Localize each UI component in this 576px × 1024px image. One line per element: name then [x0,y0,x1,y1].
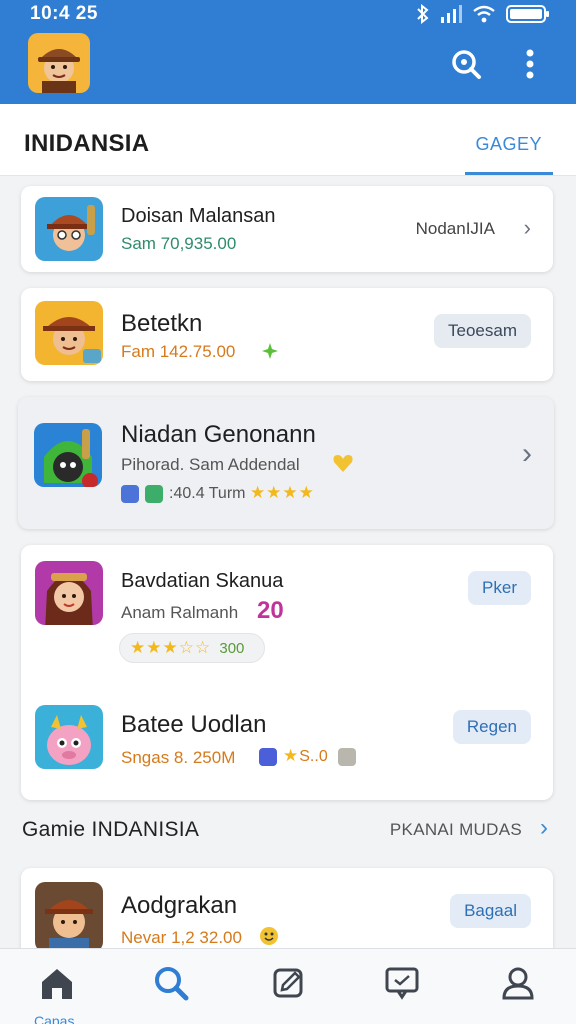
item-subtitle: Nevar 1,2 32.00 [121,928,242,947]
category-icon [121,484,139,503]
item-name: Aodgrakan [121,892,238,919]
item-meta-row: :40.4 Turm ★★★★ [121,483,315,503]
item-subtitle: Anam Ralmanh [121,603,239,622]
status-bar: 10:4 25 [0,0,576,28]
rating-stars: ★★★☆☆ [130,638,212,657]
item-meta-row: ★S..0 [259,746,362,766]
rating-count: 300 [219,640,245,657]
emoji-icon [260,927,278,945]
item-subtitle: Sam 70,935.00 [121,234,237,253]
home-icon [42,969,72,999]
rating-pill: ★★★☆☆ 300 [119,633,265,663]
edit-icon [273,968,303,998]
search-icon [452,50,481,79]
item-meta: :40.4 Turm [169,485,246,502]
page-header: INIDANSIA GAGEY [0,104,576,176]
hunter-character-icon [35,197,103,261]
item-subtitle: Pihorad. Sam Addendal [121,455,300,474]
chevron-right-icon: › [523,215,531,240]
search-icon [155,967,189,1001]
nav-profile[interactable] [498,963,538,1003]
item-name: Bavdatian Skanua [121,570,284,592]
chat-icon [385,967,419,1000]
status-icons [416,4,550,24]
section-title: Gamie INDANISIA [22,818,200,841]
item-subtitle: Fam 142.75.00 [121,342,236,361]
signal-icon [441,5,462,23]
item-action-button[interactable]: Regen [452,710,531,744]
nav-edit[interactable] [268,963,308,1003]
bottom-navigation: Capas [0,948,576,1024]
sparkle-icon [262,343,278,359]
item-name: Niadan Genonann [121,421,316,448]
nav-search[interactable] [151,963,191,1003]
pink-creature-icon [35,705,103,769]
list-group-card: Bavdatian Skanua Anam Ralmanh 20 ★★★☆☆ 3… [21,545,553,800]
item-meta: S..0 [299,748,328,765]
profile-icon [502,967,534,1000]
chevron-right-icon[interactable]: › [540,814,548,842]
scroll-icon [338,747,357,766]
list-item-selected[interactable]: Niadan Genonann Pihorad. Sam Addendal :4… [18,397,554,529]
heart-icon [333,455,353,472]
more-vertical-icon [526,49,534,79]
app-logo-icon[interactable] [28,33,90,93]
bluetooth-icon [417,4,429,24]
item-name: Doisan Malansan [121,205,276,227]
item-name: Betetkn [121,310,203,337]
app-bar: 10:4 25 [0,0,576,104]
princess-character-icon [35,561,103,625]
green-hero-icon [34,423,102,487]
tag-icon [145,484,163,503]
battery-icon [506,5,549,23]
item-subtitle: Sngas 8. 250M [121,748,236,767]
nav-home[interactable] [37,963,77,1003]
item-badge: 20 [257,597,284,624]
item-right-text: NodanIJIA [415,219,495,238]
item-action-button[interactable]: Teoesam [434,314,531,348]
item-name: Batee Uodlan [121,711,267,738]
star-icon: ★ [283,746,300,765]
nav-home-label: Capas [34,1013,75,1024]
cowboy-character-icon [35,301,103,365]
status-time: 10:4 25 [30,3,98,24]
chevron-right-icon: › [522,437,532,470]
search-button[interactable] [448,46,484,82]
tab-gagey[interactable]: GAGEY [475,134,542,155]
more-options-button[interactable] [512,46,548,82]
adventurer-character-icon [35,882,103,952]
rating-stars: ★★★★ [249,483,315,502]
item-action-button[interactable]: Pker [468,571,531,605]
active-tab-indicator [465,172,553,175]
shield-icon [259,747,277,766]
item-action-button[interactable]: Bagaal [450,894,531,928]
page-title: INIDANSIA [24,130,150,157]
wifi-icon [473,5,495,23]
nav-chat[interactable] [382,963,422,1003]
list-item[interactable]: Betetkn Fam 142.75.00 Teoesam [21,288,553,381]
list-item[interactable]: Doisan Malansan Sam 70,935.00 NodanIJIA … [21,186,553,272]
section-see-more-link[interactable]: PKANAI MUDAS [390,820,522,840]
